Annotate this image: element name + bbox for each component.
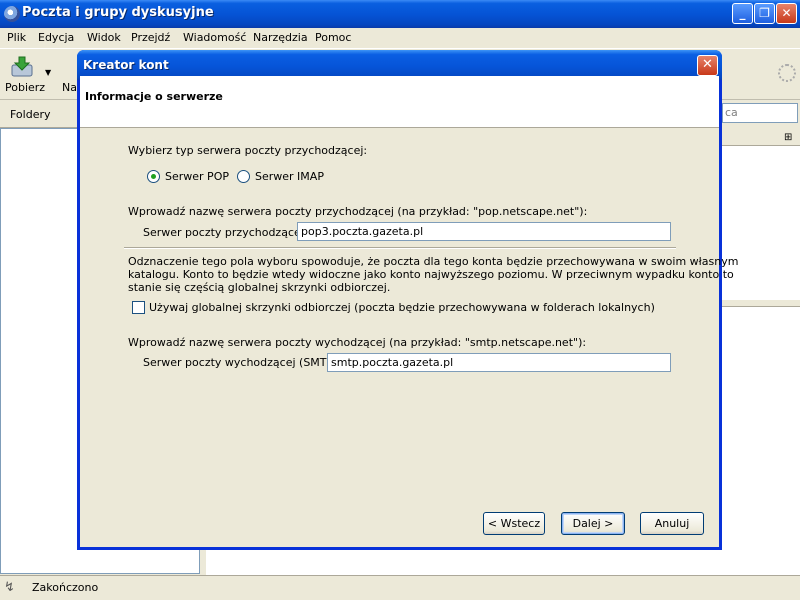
close-button[interactable]: ✕ xyxy=(776,3,797,24)
window-title: Poczta i grupy dyskusyjne xyxy=(22,5,214,20)
menu-pomoc[interactable]: Pomoc xyxy=(315,31,351,44)
separator xyxy=(124,247,676,249)
folders-label: Foldery xyxy=(10,108,51,121)
menu-przejdz[interactable]: Przejdź xyxy=(131,31,170,44)
radio-pop-label[interactable]: Serwer POP xyxy=(165,170,229,183)
dialog-header-title: Informacje o serwerze xyxy=(85,90,223,103)
maximize-button[interactable]: ❐ xyxy=(754,3,775,24)
menu-wiadomosc[interactable]: Wiadomość xyxy=(183,31,246,44)
search-input[interactable]: ca xyxy=(722,103,798,123)
dialog-title: Kreator kont xyxy=(83,58,169,72)
global-inbox-label[interactable]: Używaj globalnej skrzynki odbiorczej (po… xyxy=(149,301,655,314)
minimize-button[interactable]: _ xyxy=(732,3,753,24)
dialog-close-button[interactable]: ✕ xyxy=(697,55,718,76)
account-wizard-dialog: Kreator kont ✕ Informacje o serwerze Wyb… xyxy=(77,50,738,550)
get-mail-label[interactable]: Pobierz xyxy=(5,81,45,94)
online-icon[interactable]: ↯ xyxy=(4,580,15,595)
menu-widok[interactable]: Widok xyxy=(87,31,121,44)
app-icon xyxy=(4,6,20,22)
radio-imap-label[interactable]: Serwer IMAP xyxy=(255,170,324,183)
outgoing-server-label: Serwer poczty wychodzącej (SMTP): xyxy=(143,356,342,369)
outgoing-hint: Wprowadź nazwę serwera poczty wychodzące… xyxy=(128,336,587,349)
info-text-line-1: Odznaczenie tego pola wyboru spowoduje, … xyxy=(128,255,739,268)
menu-plik[interactable]: Plik xyxy=(7,31,26,44)
incoming-type-label: Wybierz typ serwera poczty przychodzącej… xyxy=(128,144,368,157)
menu-narzedzia[interactable]: Narzędzia xyxy=(253,31,308,44)
throbber-icon xyxy=(778,64,796,82)
radio-imap[interactable] xyxy=(237,170,250,183)
status-text: Zakończono xyxy=(32,581,99,594)
info-text-line-2: katalogu. Konto to będzie wtedy widoczne… xyxy=(128,268,734,281)
get-mail-dropdown-icon[interactable]: ▼ xyxy=(45,68,51,77)
outgoing-server-input[interactable]: smtp.poczta.gazeta.pl xyxy=(327,353,671,372)
incoming-server-input[interactable]: pop3.poczta.gazeta.pl xyxy=(297,222,671,241)
cancel-button[interactable]: Anuluj xyxy=(640,512,704,535)
toolbar-partial-label[interactable]: Na xyxy=(62,81,77,94)
global-inbox-checkbox[interactable] xyxy=(132,301,145,314)
next-button[interactable]: Dalej > xyxy=(561,512,625,535)
back-button[interactable]: < Wstecz xyxy=(483,512,545,535)
info-text-line-3: stanie się częścią globalnej skrzynki od… xyxy=(128,281,391,294)
incoming-hint: Wprowadź nazwę serwera poczty przychodzą… xyxy=(128,205,588,218)
status-bar xyxy=(0,575,800,600)
column-picker-icon[interactable]: ⊞ xyxy=(784,132,792,143)
get-mail-icon[interactable] xyxy=(10,56,34,78)
incoming-server-label: Serwer poczty przychodzącej: xyxy=(143,226,308,239)
menu-edycja[interactable]: Edycja xyxy=(38,31,74,44)
radio-pop[interactable] xyxy=(147,170,160,183)
